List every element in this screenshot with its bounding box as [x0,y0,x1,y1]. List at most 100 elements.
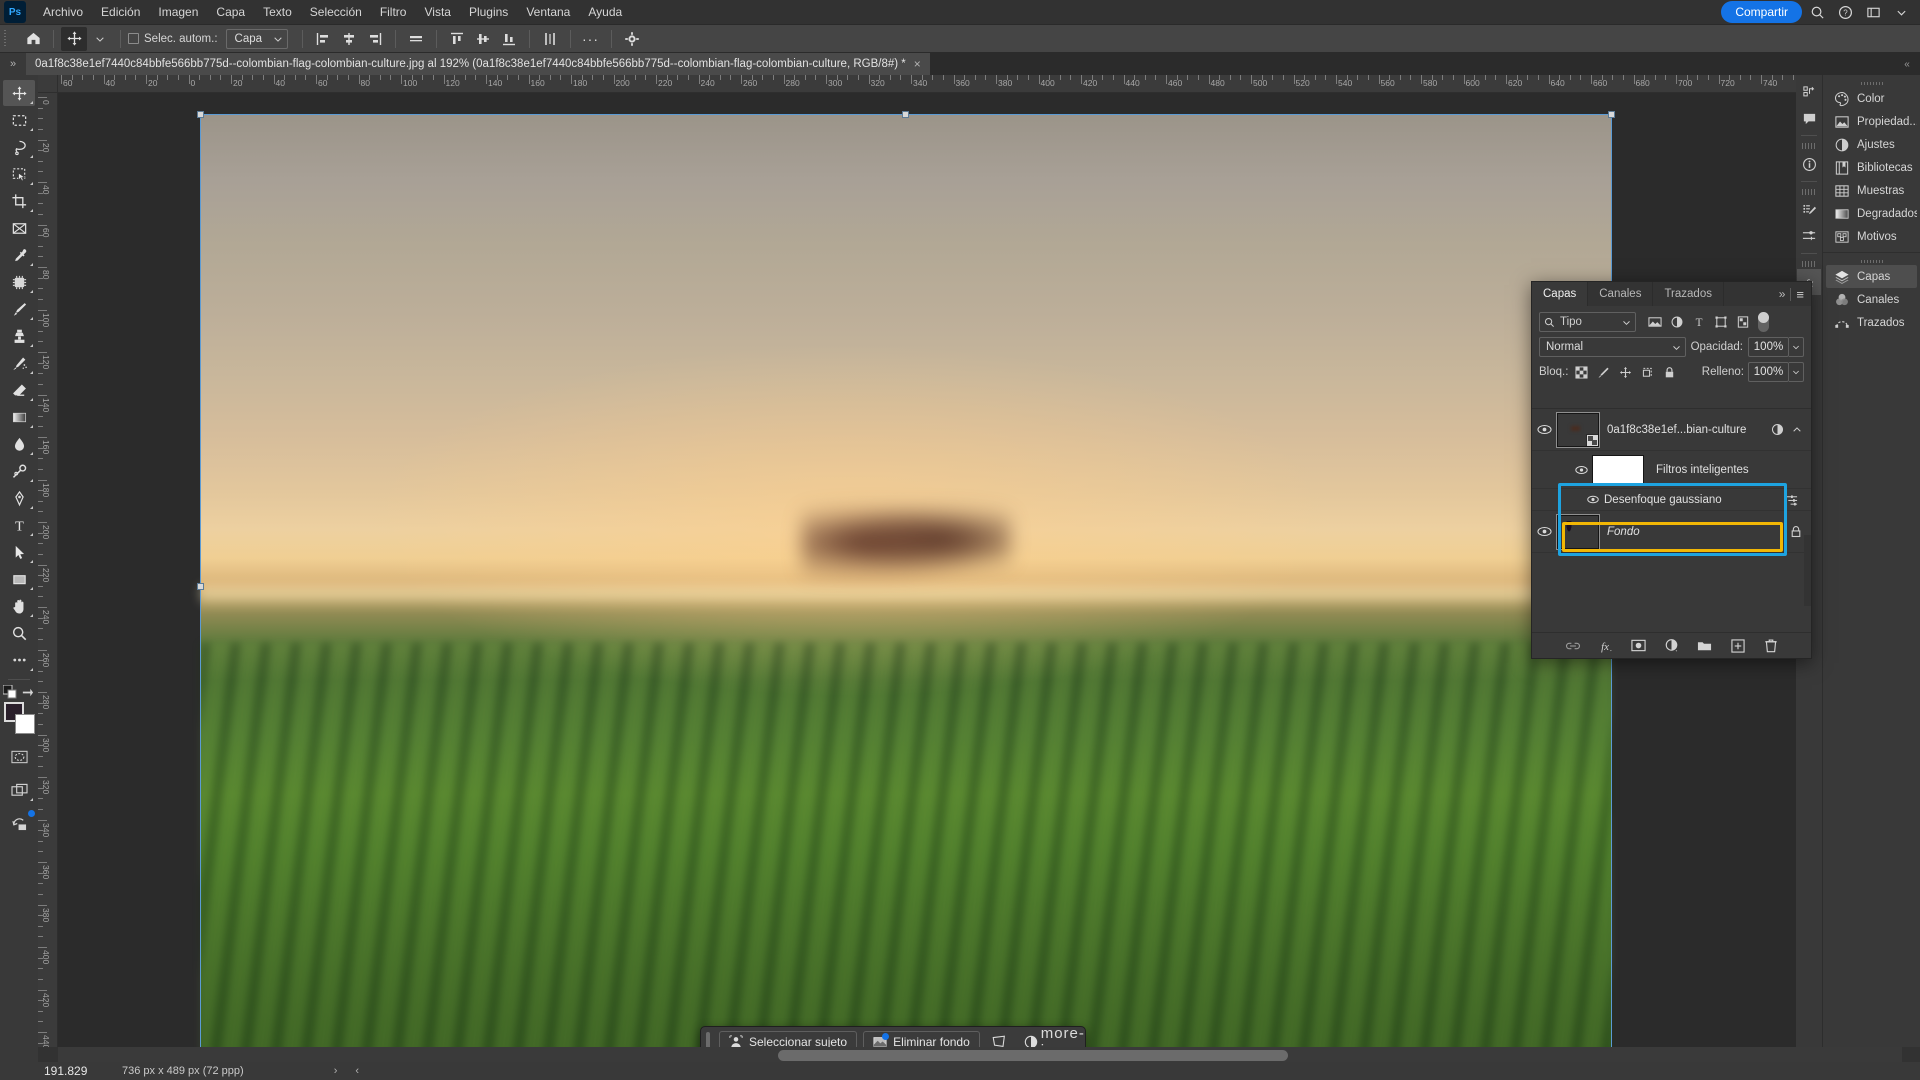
brushes-icon[interactable] [1797,223,1821,249]
new-layer-icon[interactable] [1728,636,1748,656]
quick-mask-button[interactable] [3,744,35,770]
layer-visibility-icon[interactable] [1532,526,1557,537]
frame-tool[interactable] [3,215,35,241]
more-options-icon[interactable]: ··· [578,27,604,51]
lock-transparency-icon[interactable] [1572,363,1590,381]
move-tool-icon[interactable] [61,26,87,51]
layer-style-fx-icon[interactable]: fx [1596,636,1616,656]
spot-healing-tool[interactable] [3,269,35,295]
pixel-filter-icon[interactable] [1645,313,1664,332]
edit-toolbar-button[interactable] [3,647,35,673]
background-color-swatch[interactable] [15,714,35,734]
dock-item-bibliotecas[interactable]: Bibliotecas [1826,156,1917,179]
collapse-chevron-icon[interactable] [1792,425,1802,435]
dock-item-trazados[interactable]: Trazados [1826,311,1917,334]
filter-enable-toggle[interactable] [1758,312,1769,332]
dock-item-degradados[interactable]: Degradados [1826,202,1917,225]
rectangle-tool[interactable] [3,566,35,592]
presets-icon[interactable] [1797,79,1821,105]
tab-overflow-icon[interactable]: » [1779,287,1786,301]
menu-item-texto[interactable]: Texto [254,0,301,25]
vertical-ruler[interactable]: 0 20 40 60 80 100 120 140 160 180 200 220 240 260 280 3… [38,93,58,1047]
new-group-icon[interactable] [1695,636,1715,656]
menu-item-filtro[interactable]: Filtro [371,0,416,25]
menu-item-archivo[interactable]: Archivo [34,0,92,25]
marquee-tool[interactable] [3,107,35,133]
info-icon[interactable] [1797,151,1821,177]
gear-icon[interactable] [619,27,645,51]
zoom-tool[interactable] [3,620,35,646]
fill-chevron-icon[interactable] [1789,362,1804,382]
ruler-corner[interactable] [38,75,58,93]
type-filter-icon[interactable]: T [1689,313,1708,332]
chevron-down-icon[interactable] [1888,0,1914,24]
table-row[interactable]: 0a1f8c38e1ef...bian-culture [1532,409,1811,451]
scrollbar-thumb[interactable] [778,1050,1288,1061]
eyedropper-tool[interactable] [3,242,35,268]
layer-visibility-icon[interactable] [1532,424,1557,435]
blend-mode-dropdown[interactable]: Normal [1539,337,1686,357]
lock-all-icon[interactable] [1660,363,1678,381]
menu-item-seleccin[interactable]: Selección [301,0,371,25]
fill-control[interactable]: 100% [1748,362,1804,382]
menu-item-ayuda[interactable]: Ayuda [579,0,631,25]
menu-item-edicin[interactable]: Edición [92,0,149,25]
blur-tool[interactable] [3,431,35,457]
smart-filter-mask-thumbnail[interactable] [1592,454,1644,485]
adjustment-filter-icon[interactable] [1667,313,1686,332]
align-center-h-icon[interactable] [336,27,362,51]
pen-tool[interactable] [3,485,35,511]
opacity-chevron-icon[interactable] [1789,337,1804,357]
close-icon[interactable]: × [914,57,921,71]
lasso-tool[interactable] [3,134,35,160]
delete-layer-icon[interactable] [1761,636,1781,656]
dock-item-motivos[interactable]: Motivos [1826,225,1917,248]
smart-filters-row[interactable]: Filtros inteligentes [1532,451,1811,489]
panel-menu-icon[interactable]: ≡ [1796,287,1804,302]
crop-tool[interactable] [3,188,35,214]
align-right-icon[interactable] [362,27,388,51]
lock-indicator-icon[interactable] [1790,525,1802,538]
dock-item-muestras[interactable]: Muestras [1826,179,1917,202]
auto-select-checkbox[interactable] [128,33,139,44]
swap-colors-icon[interactable] [21,686,34,699]
smartobject-filter-icon[interactable] [1733,313,1752,332]
adjustment-layer-icon[interactable] [1662,636,1682,656]
layer-thumbnail[interactable] [1556,411,1600,448]
auto-select-scope-dropdown[interactable]: Capa [225,28,288,49]
menu-item-imagen[interactable]: Imagen [149,0,207,25]
align-left-icon[interactable] [310,27,336,51]
layer-name[interactable]: 0a1f8c38e1ef...bian-culture [1607,424,1771,436]
layer-filter-type-dropdown[interactable]: Tipo [1539,312,1636,332]
menu-item-ventana[interactable]: Ventana [517,0,579,25]
filter-options-icon[interactable] [1785,494,1811,506]
type-tool[interactable]: T [3,512,35,538]
smart-filter-row[interactable]: Desenfoque gaussiano [1532,489,1811,511]
table-row[interactable]: Fondo [1532,511,1811,553]
gaussian-blur-visibility-icon[interactable] [1582,495,1604,504]
collapse-panels-icon[interactable]: « [1894,53,1920,75]
history-brush-tool[interactable] [3,350,35,376]
tab-trazados[interactable]: Trazados [1653,282,1724,306]
comments-icon[interactable] [1797,105,1821,131]
layers-list-scrollbar[interactable] [1804,535,1811,606]
menu-item-vista[interactable]: Vista [415,0,459,25]
tool-preset-chevron-icon[interactable] [87,27,113,51]
link-layers-icon[interactable] [1563,636,1583,656]
lock-position-icon[interactable] [1616,363,1634,381]
tab-overflow-chevron-icon[interactable]: » [0,53,26,75]
home-icon[interactable] [20,27,46,51]
layer-name[interactable]: Fondo [1607,526,1790,538]
status-prev-arrow[interactable]: ‹ [355,1065,359,1077]
document-tab[interactable]: 0a1f8c38e1ef7440c84bbfe566bb775d--colomb… [26,53,931,75]
menu-item-plugins[interactable]: Plugins [460,0,517,25]
dodge-tool[interactable] [3,458,35,484]
dock-item-ajustes[interactable]: Ajustes [1826,133,1917,156]
gaussian-blur-label[interactable]: Desenfoque gaussiano [1604,494,1785,506]
object-selection-tool[interactable] [3,161,35,187]
zoom-level-input[interactable]: 191.829 [40,1063,108,1079]
options-bar-grip[interactable] [0,25,10,53]
shape-filter-icon[interactable] [1711,313,1730,332]
layers-list[interactable]: 0a1f8c38e1ef...bian-culture Filtros inte… [1532,408,1811,632]
dock-grip[interactable] [1823,79,1920,87]
